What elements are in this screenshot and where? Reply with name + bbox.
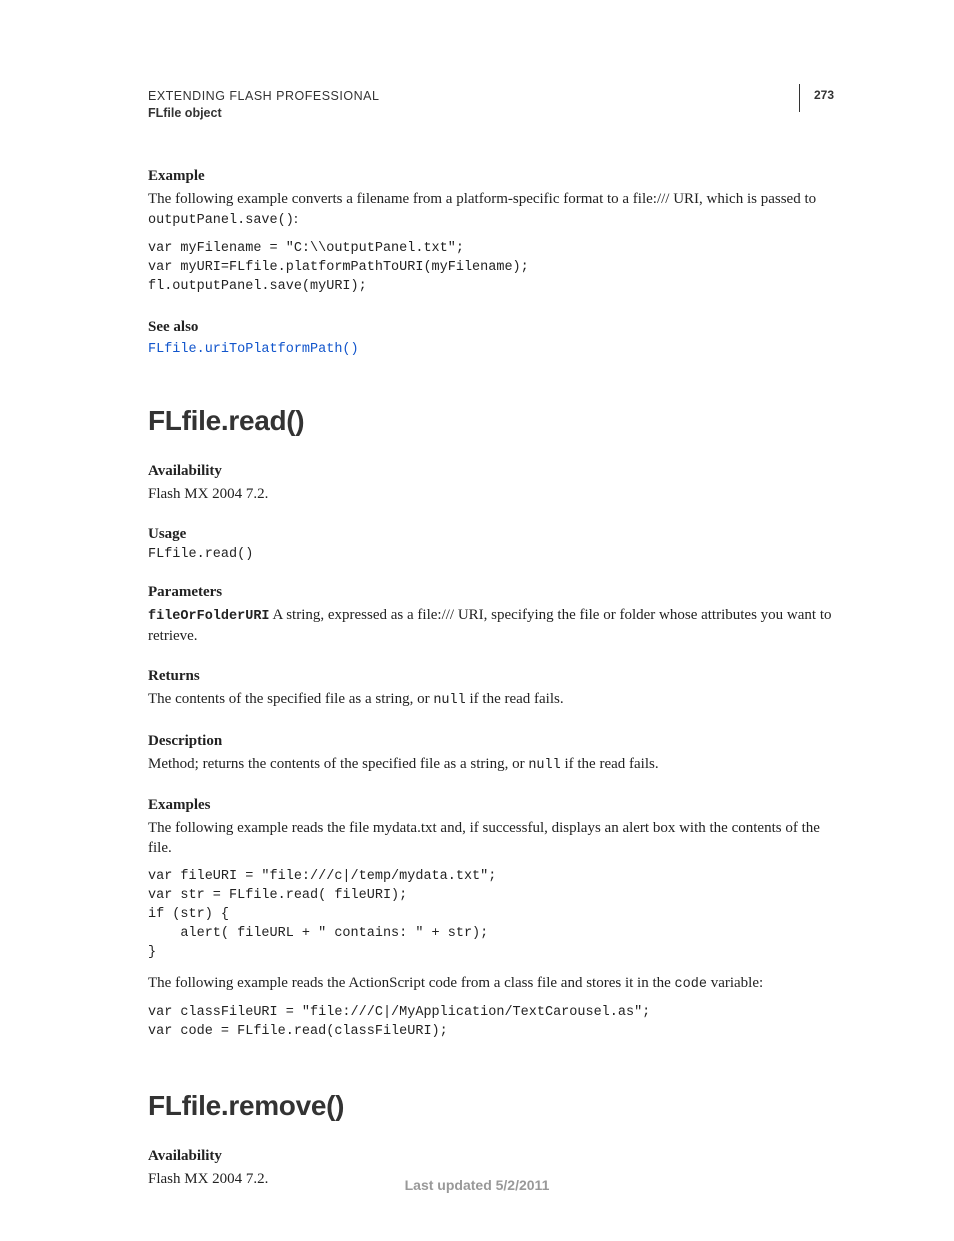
header-book-title: EXTENDING FLASH PROFESSIONAL	[148, 88, 379, 104]
page-footer: Last updated 5/2/2011	[0, 1177, 954, 1193]
read-examples-intro2-a: The following example reads the ActionSc…	[148, 975, 675, 991]
example-heading: Example	[148, 168, 834, 185]
example-intro-code: outputPanel.save()	[148, 213, 294, 228]
example-code-block: var myFilename = "C:\\outputPanel.txt"; …	[148, 240, 834, 297]
read-desc-a: Method; returns the contents of the spec…	[148, 756, 528, 772]
read-desc-code: null	[528, 758, 560, 773]
read-returns-heading: Returns	[148, 668, 834, 685]
flfile-read-title: FLfile.read()	[148, 405, 834, 437]
read-returns-code: null	[433, 693, 465, 708]
read-examples-intro: The following example reads the file myd…	[148, 818, 834, 859]
page-number: 273	[814, 88, 834, 102]
flfile-remove-title: FLfile.remove()	[148, 1090, 834, 1122]
read-returns-a: The contents of the specified file as a …	[148, 691, 433, 707]
read-usage-code: FLfile.read()	[148, 547, 834, 562]
read-availability-text: Flash MX 2004 7.2.	[148, 484, 834, 504]
read-returns-text: The contents of the specified file as a …	[148, 689, 834, 710]
read-parameters-heading: Parameters	[148, 584, 834, 601]
example-intro-colon: :	[294, 211, 298, 227]
read-usage-heading: Usage	[148, 526, 834, 543]
page-number-block: 273	[799, 88, 834, 112]
read-description-text: Method; returns the contents of the spec…	[148, 754, 834, 775]
read-examples-code1: var fileURI = "file:///c|/temp/mydata.tx…	[148, 868, 834, 962]
read-description-heading: Description	[148, 733, 834, 750]
remove-availability-heading: Availability	[148, 1148, 834, 1165]
example-intro: The following example converts a filenam…	[148, 189, 834, 230]
read-examples-heading: Examples	[148, 797, 834, 814]
header-object-name: FLfile object	[148, 105, 379, 121]
seealso-heading: See also	[148, 319, 834, 336]
read-examples-intro2: The following example reads the ActionSc…	[148, 973, 834, 994]
header-left: EXTENDING FLASH PROFESSIONAL FLfile obje…	[148, 88, 379, 122]
read-param-name: fileOrFolderURI	[148, 609, 270, 624]
read-examples-intro2-code: code	[675, 977, 707, 992]
read-examples-code2: var classFileURI = "file:///C|/MyApplica…	[148, 1004, 834, 1042]
read-examples-intro2-b: variable:	[707, 975, 763, 991]
seealso-link[interactable]: FLfile.uriToPlatformPath()	[148, 342, 359, 357]
read-param-line: fileOrFolderURI A string, expressed as a…	[148, 605, 834, 646]
read-desc-b: if the read fails.	[561, 756, 659, 772]
example-intro-text: The following example converts a filenam…	[148, 191, 816, 207]
read-availability-heading: Availability	[148, 463, 834, 480]
page-divider	[799, 84, 800, 112]
read-returns-b: if the read fails.	[466, 691, 564, 707]
page-header: EXTENDING FLASH PROFESSIONAL FLfile obje…	[148, 88, 834, 122]
